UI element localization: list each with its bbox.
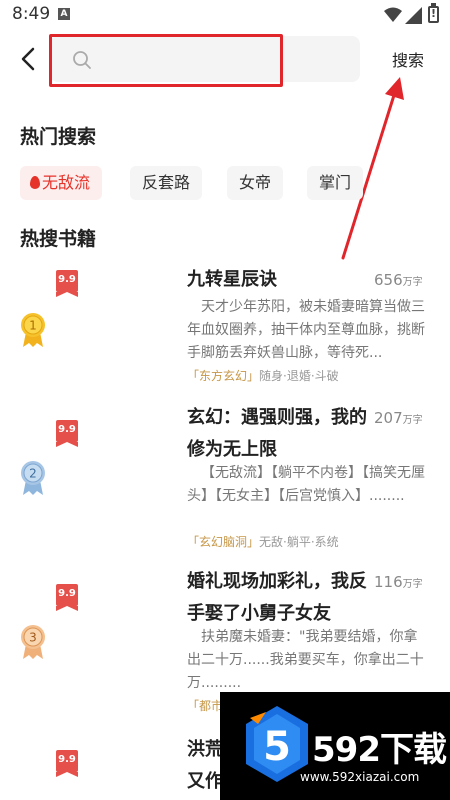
book-word-count: 116万字 (374, 573, 423, 591)
score-badge: 9.9 (56, 420, 78, 447)
svg-text:1: 1 (29, 319, 37, 333)
score-badge: 9.9 (56, 750, 78, 777)
book-description: 天才少年苏阳，被未婚妻暗算当做三年血奴圈养，抽干体内至尊血脉，挑断手脚筋丢弃妖兽… (187, 299, 425, 361)
status-bar: 8:49 A (0, 0, 450, 30)
hot-books-title: 热搜书籍 (20, 228, 97, 250)
chevron-left-icon (21, 47, 35, 71)
book-item-2[interactable]: 9.9 2 玄幻：遇强则强，我的修为无上限 207万字 【无敌流】【躺平不内卷】… (0, 402, 450, 552)
hot-tag-zhangmen[interactable]: 掌门 (307, 166, 364, 200)
hot-tag-wudiliu[interactable]: 无敌流 (20, 166, 103, 200)
hot-tag-fantaolu[interactable]: 反套路 (130, 166, 203, 200)
notification-icon: A (58, 8, 70, 20)
book-word-count: 656万字 (374, 271, 423, 289)
battery-icon (428, 3, 439, 23)
hot-tag-nvdi[interactable]: 女帝 (227, 166, 284, 200)
bronze-medal-icon: 3 (21, 625, 45, 659)
hot-tag-label: 女帝 (239, 173, 272, 192)
watermark: 5 592下载 www.592xiazai.com (220, 692, 450, 800)
book-word-count: 207万字 (374, 409, 423, 427)
book-title: 婚礼现场加彩礼，我反手娶了小舅子女友 (187, 571, 367, 624)
signal-icon (405, 7, 422, 24)
score-badge: 9.9 (56, 270, 78, 297)
book-tags: 「东方玄幻」随身·退婚·斗破 (187, 369, 339, 383)
book-tags: 「都市 (187, 699, 224, 713)
gold-medal-icon: 1 (21, 313, 45, 347)
book-tags: 「玄幻脑洞」无敌·躺平·系统 (187, 535, 339, 549)
watermark-url: www.592xiazai.com (300, 770, 420, 784)
watermark-brand: 592下载 (312, 730, 447, 770)
hot-tag-label: 掌门 (319, 173, 352, 192)
hot-tag-label: 无敌流 (42, 173, 91, 192)
flame-icon (30, 176, 40, 189)
hot-search-title: 热门搜索 (20, 126, 97, 148)
svg-text:2: 2 (29, 467, 37, 481)
silver-medal-icon: 2 (21, 461, 45, 495)
book-description: 【无敌流】【躺平不内卷】【搞笑无厘头】【无女主】【后宫党慎入】........ (187, 465, 425, 504)
book-title: 九转星辰诀 (187, 269, 277, 290)
score-badge: 9.9 (56, 584, 78, 611)
book-title: 玄幻：遇强则强，我的修为无上限 (187, 407, 367, 460)
svg-text:5: 5 (263, 724, 291, 770)
search-input[interactable] (100, 44, 350, 76)
search-button[interactable]: 搜索 (392, 47, 424, 71)
book-description: 扶弟魔未婚妻："我弟要结婚，你拿出二十万......我弟要买车，你拿出二十万..… (187, 629, 424, 691)
hot-tag-label: 反套路 (142, 173, 191, 192)
svg-text:3: 3 (29, 631, 37, 645)
status-time: 8:49 (12, 4, 51, 24)
search-icon (73, 51, 91, 69)
wifi-icon (384, 7, 402, 22)
back-button[interactable] (14, 44, 44, 74)
book-item-1[interactable]: 9.9 1 九转星辰诀 656万字 天才少年苏阳，被未婚妻暗算当做三年血奴圈养，… (0, 262, 450, 392)
